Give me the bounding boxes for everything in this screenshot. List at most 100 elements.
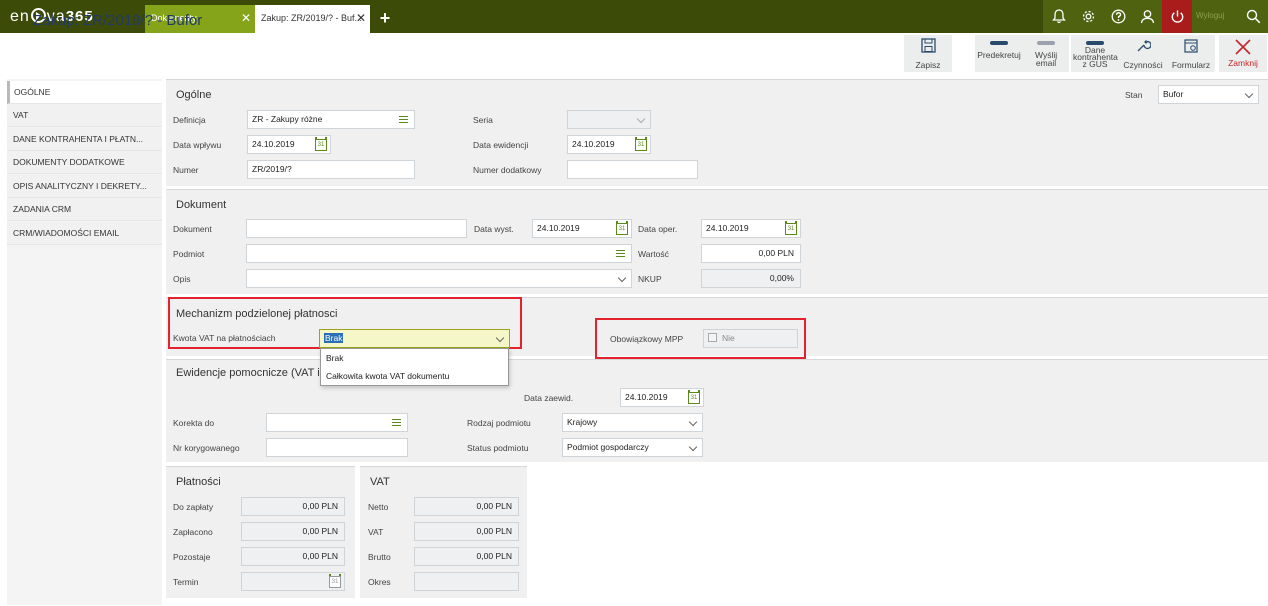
numer-dodatkowy-label: Numer dodatkowy xyxy=(473,165,542,175)
czynnosci-button[interactable]: Czynności xyxy=(1119,35,1167,72)
definicja-label: Definicja xyxy=(173,115,206,125)
definicja-field[interactable]: ZR - Zakupy różne xyxy=(247,110,415,129)
kwota-vat-label: Kwota VAT na płatnościach xyxy=(173,333,276,343)
data-ewidencji-label: Data ewidencji xyxy=(473,140,529,150)
add-tab-button[interactable]: + xyxy=(370,5,400,33)
zaplacono-label: Zapłacono xyxy=(173,527,213,537)
kwota-vat-select[interactable]: Brak xyxy=(319,329,510,348)
termin-label: Termin xyxy=(173,577,199,587)
logout-label: Wyloguj xyxy=(1196,11,1225,20)
stan-select[interactable]: Bufor xyxy=(1158,85,1259,104)
section-title: VAT xyxy=(370,476,390,488)
data-wyst-label: Data wyst. xyxy=(474,224,514,234)
wartosc-field[interactable]: 0,00 PLN xyxy=(701,244,801,263)
close-icon xyxy=(1219,38,1267,56)
floppy-icon xyxy=(904,38,952,56)
tab-label: Zakup: ZR/2019/? - Buf... xyxy=(261,13,363,23)
tab-zakup[interactable]: Zakup: ZR/2019/? - Buf... ✕ xyxy=(255,5,370,33)
close-icon[interactable]: ✕ xyxy=(356,5,366,31)
nkup-field: 0,00% xyxy=(701,269,801,288)
numer-dodatkowy-field[interactable] xyxy=(567,160,698,179)
checkbox[interactable] xyxy=(708,333,717,342)
sidebar-item-vat[interactable]: VAT xyxy=(7,104,162,127)
toolbar-label: Zapisz xyxy=(915,60,941,70)
seria-label: Seria xyxy=(473,115,493,125)
save-button[interactable]: Zapisz xyxy=(904,35,952,72)
sidebar-item-crm-email[interactable]: CRM/WIADOMOŚCI EMAIL xyxy=(7,222,162,245)
data-wyst-field[interactable]: 24.10.2019 31 xyxy=(532,219,632,238)
sidebar: OGÓLNE VAT DANE KONTRAHENTA I PŁATN... D… xyxy=(7,79,162,605)
numer-field[interactable]: ZR/2019/? xyxy=(247,160,415,179)
netto-field: 0,00 PLN xyxy=(414,497,519,516)
gear-icon[interactable] xyxy=(1074,0,1103,33)
pozostaje-label: Pozostaje xyxy=(173,552,211,562)
calendar-icon[interactable]: 31 xyxy=(688,390,700,404)
list-icon[interactable] xyxy=(392,419,401,426)
okres-field xyxy=(414,572,519,591)
data-ewidencji-field[interactable]: 24.10.2019 31 xyxy=(567,135,651,154)
rodzaj-podmiotu-select[interactable]: Krajowy xyxy=(562,413,703,432)
sidebar-item-dokumenty-dodatkowe[interactable]: DOKUMENTY DODATKOWE xyxy=(7,151,162,174)
section-title: Mechanizm podzielonej płatnosci xyxy=(176,308,338,320)
wrench-icon xyxy=(1119,38,1167,56)
data-zaewid-label: Data zaewid. xyxy=(524,393,574,403)
power-icon[interactable] xyxy=(1162,0,1192,33)
korekta-do-label: Korekta do xyxy=(173,418,215,428)
toolbar-label: Zamknij xyxy=(1228,58,1258,68)
data-zaewid-field[interactable]: 24.10.2019 31 xyxy=(620,388,704,407)
dokument-label: Dokument xyxy=(173,224,212,234)
opis-select[interactable] xyxy=(246,269,632,288)
do-zaplaty-field: 0,00 PLN xyxy=(241,497,345,516)
sidebar-item-opis-analityczny[interactable]: OPIS ANALITYCZNY I DEKRETY... xyxy=(7,175,162,198)
podmiot-field[interactable] xyxy=(246,244,632,263)
section-title: Ogólne xyxy=(176,89,212,101)
data-oper-label: Data oper. xyxy=(638,224,678,234)
kwota-vat-value: Brak xyxy=(324,333,344,343)
status-podmiotu-select[interactable]: Podmiot gospodarczy xyxy=(562,438,703,457)
korekta-do-field[interactable] xyxy=(266,413,408,432)
stan-label: Stan xyxy=(1125,90,1143,100)
nr-korygowanego-field[interactable] xyxy=(266,438,408,457)
data-wplywu-label: Data wpływu xyxy=(173,140,222,150)
termin-field: 31 xyxy=(241,572,345,591)
obowiazkowy-mpp-label: Obowiązkowy MPP xyxy=(610,334,684,344)
user-icon[interactable] xyxy=(1133,0,1162,33)
list-icon[interactable] xyxy=(616,250,625,257)
form-icon xyxy=(1167,38,1215,56)
bell-icon[interactable] xyxy=(1044,0,1073,33)
calendar-icon[interactable]: 31 xyxy=(635,137,647,151)
data-oper-field[interactable]: 24.10.2019 31 xyxy=(701,219,801,238)
status-podmiotu-label: Status podmiotu xyxy=(467,443,529,453)
opis-label: Opis xyxy=(173,274,191,284)
dane-gus-button[interactable]: Dane kontrahenta z GUS xyxy=(1071,35,1119,72)
calendar-icon[interactable]: 31 xyxy=(315,137,327,151)
sidebar-item-zadania-crm[interactable]: ZADANIA CRM xyxy=(7,198,162,221)
zamknij-button[interactable]: Zamknij xyxy=(1219,35,1267,72)
sidebar-item-dane-kontrahenta[interactable]: DANE KONTRAHENTA I PŁATN... xyxy=(7,128,162,151)
seria-select[interactable] xyxy=(567,110,651,129)
toolbar-label: Dane kontrahenta z GUS xyxy=(1073,45,1118,69)
toolbar-label: Predekretuj xyxy=(977,50,1021,60)
list-icon[interactable] xyxy=(399,116,408,123)
help-icon[interactable] xyxy=(1104,0,1133,33)
section-title: Dokument xyxy=(176,199,227,211)
toolbar-label: Czynności xyxy=(1123,60,1163,70)
data-wplywu-field[interactable]: 24.10.2019 31 xyxy=(247,135,331,154)
data-oper-value: 24.10.2019 xyxy=(706,223,749,233)
formularz-button[interactable]: Formularz xyxy=(1167,35,1215,72)
do-zaplaty-label: Do zapłaty xyxy=(173,502,214,512)
calendar-icon[interactable]: 31 xyxy=(785,221,797,235)
close-icon[interactable]: ✕ xyxy=(241,5,251,31)
data-zaewid-value: 24.10.2019 xyxy=(625,392,668,402)
dropdown-option-calkowita[interactable]: Całkowita kwota VAT dokumentu xyxy=(321,367,508,385)
vat-field: 0,00 PLN xyxy=(414,522,519,541)
search-icon[interactable] xyxy=(1239,0,1268,33)
dropdown-option-brak[interactable]: Brak xyxy=(321,349,508,367)
calendar-icon[interactable]: 31 xyxy=(616,221,628,235)
dokument-field[interactable] xyxy=(246,219,467,238)
wyslij-email-button[interactable]: Wyślij email xyxy=(1023,35,1069,72)
obowiazkowy-mpp-field[interactable]: Nie xyxy=(703,329,798,348)
predekretuj-button[interactable]: Predekretuj xyxy=(975,35,1023,72)
sidebar-item-ogolne[interactable]: OGÓLNE xyxy=(7,81,162,104)
wartosc-label: Wartość xyxy=(638,249,669,259)
